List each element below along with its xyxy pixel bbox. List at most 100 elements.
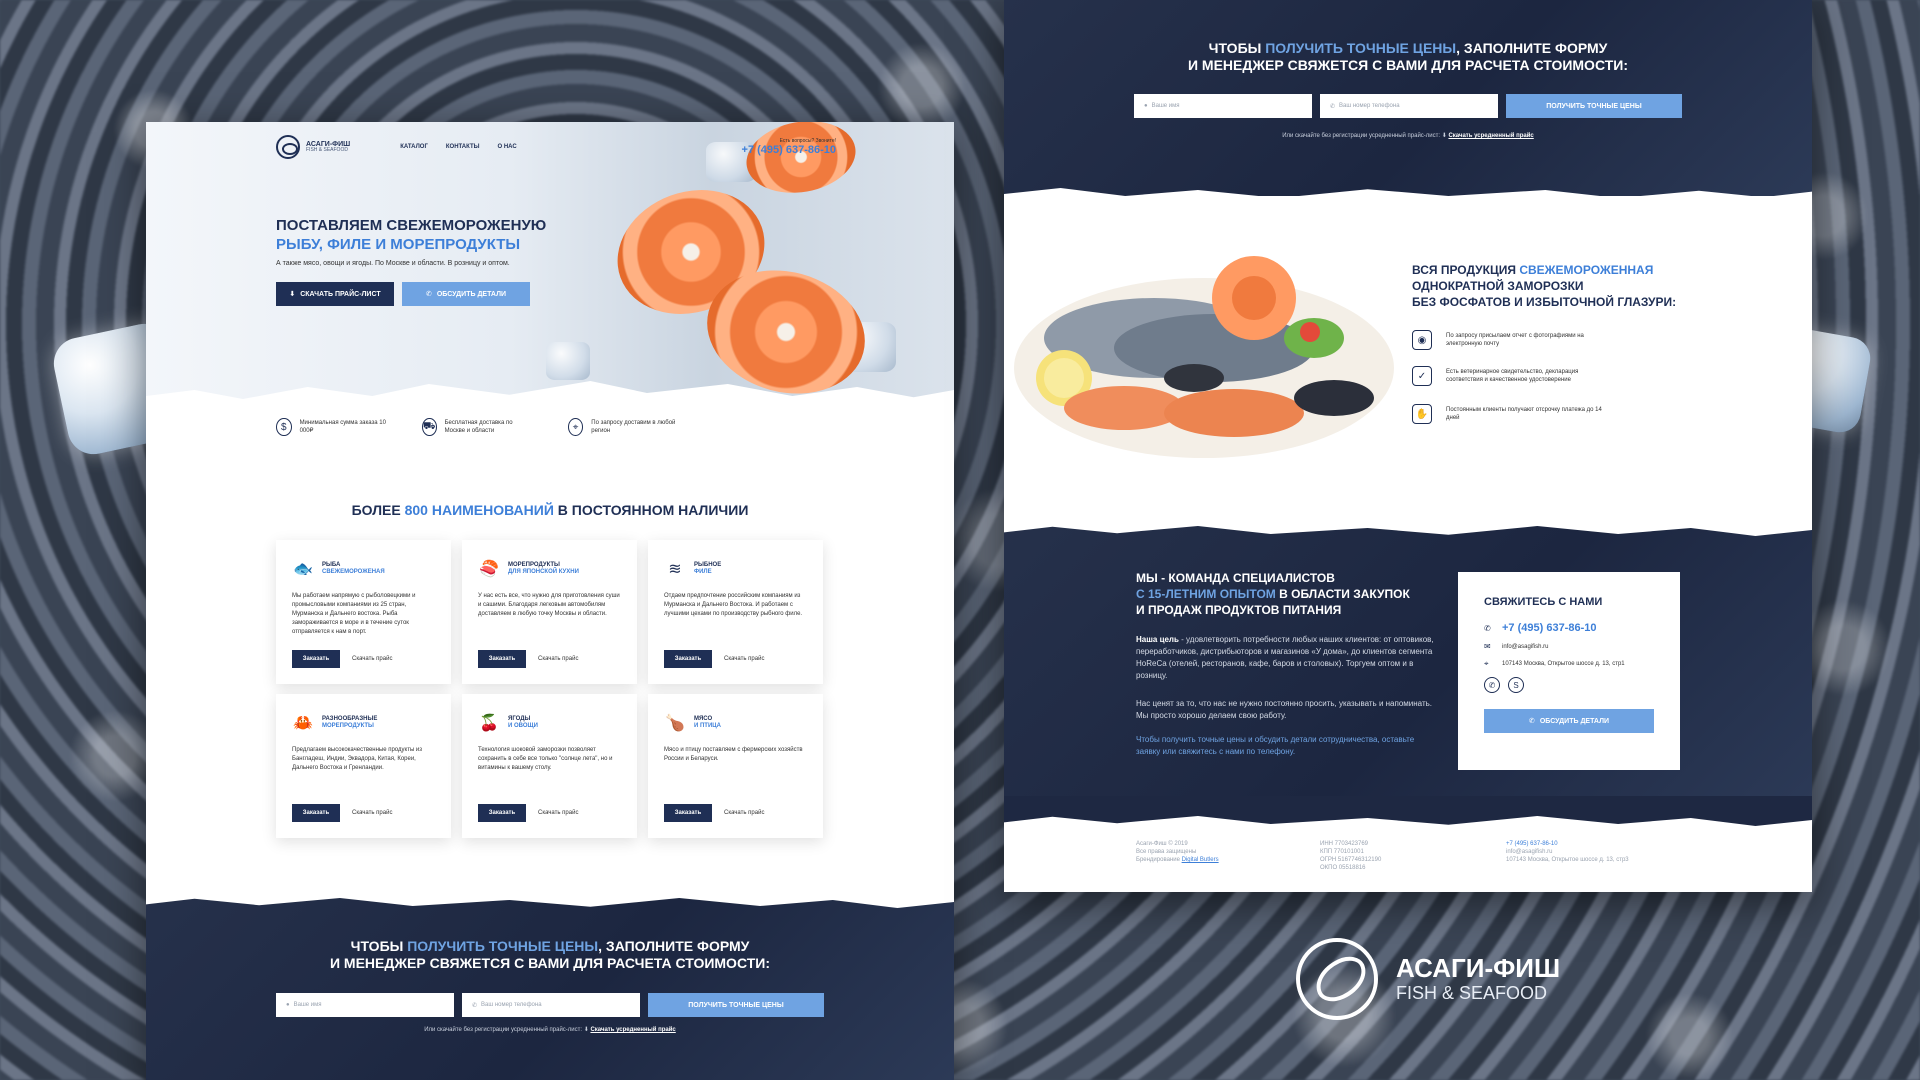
name-placeholder: Ваше имя bbox=[1151, 103, 1180, 109]
feature-text: Бесплатная доставка по Москве и области bbox=[444, 420, 513, 434]
quality-item-text: Есть ветеринарное свидетельство, деклара… bbox=[1446, 369, 1579, 383]
quality-item-text: Постоянным клиенты получают отсрочку пла… bbox=[1446, 407, 1602, 421]
logo-text[interactable]: АСАГИ-ФИШ FISH & SEAFOOD bbox=[306, 141, 350, 153]
phone-placeholder: Ваш номер телефона bbox=[481, 1002, 542, 1008]
feature-text: По запросу доставим в любой регион bbox=[591, 420, 676, 434]
nav-contacts[interactable]: КОНТАКТЫ bbox=[446, 144, 480, 150]
ice-chunk bbox=[546, 342, 590, 380]
order-button[interactable]: Заказать bbox=[292, 650, 340, 668]
location-pin-icon: ⌖ bbox=[1484, 659, 1489, 668]
phone-icon: ✆ bbox=[1528, 718, 1535, 725]
download-price-link[interactable]: Скачать прайс bbox=[352, 810, 392, 816]
name-input[interactable]: ● Ваше имя bbox=[1134, 94, 1312, 118]
download-price-link[interactable]: Скачать прайс bbox=[538, 656, 578, 662]
footer-email[interactable]: info@asagifish.ru bbox=[1506, 848, 1629, 856]
download-icon: ⬇ bbox=[1441, 133, 1447, 139]
order-button[interactable]: Заказать bbox=[664, 650, 712, 668]
phone-placeholder: Ваш номер телефона bbox=[1339, 103, 1400, 109]
footer-phone-link[interactable]: +7 (495) 637-86-10 bbox=[1506, 841, 1558, 847]
contact-address: 107143 Москва, Открытое шоссе д. 13, стр… bbox=[1502, 661, 1625, 667]
features-row: $ Минимальная сумма заказа 10 000₽ ⛟ Бес… bbox=[276, 418, 678, 436]
download-icon: ⬇ bbox=[583, 1027, 589, 1033]
download-price-link[interactable]: Скачать прайс bbox=[352, 656, 392, 662]
contact-card: СВЯЖИТЕСЬ С НАМИ ✆ +7 (495) 637-86-10 ✉ in… bbox=[1458, 572, 1680, 770]
catalog-card: 🐟 РЫБА СВЕЖЕМОРОЖЕНАЯ Мы работаем напряму… bbox=[276, 540, 451, 684]
form-note-text: Или скачайте без регистрации усредненный… bbox=[424, 1027, 583, 1033]
hero-title-line2: РЫБУ, ФИЛЕ И МОРЕПРОДУКТЫ bbox=[276, 236, 521, 253]
download-price-link[interactable]: Скачать прайс bbox=[724, 810, 764, 816]
order-button[interactable]: Заказать bbox=[478, 804, 526, 822]
card-title: РАЗНООБРАЗНЫЕ bbox=[322, 716, 378, 722]
form-note-text: Или скачайте без регистрации усредненный… bbox=[1282, 133, 1441, 139]
quality-title-pre: ВСЯ ПРОДУКЦИЯ bbox=[1412, 263, 1520, 277]
footer-text: Асаги-Фиш © 2019 bbox=[1136, 841, 1188, 847]
phone-icon: ✆ bbox=[1330, 103, 1336, 110]
nav-about[interactable]: О НАС bbox=[498, 144, 517, 150]
lead-form-section: ЧТОБЫ ПОЛУЧИТЬ ТОЧНЫЕ ЦЕНЫ, ЗАПОЛНИТЕ ФО… bbox=[146, 878, 954, 1080]
brand-tagline: FISH & SEAFOOD bbox=[1396, 983, 1548, 1003]
header-phone-link[interactable]: +7 (495) 637-86-10 bbox=[742, 144, 836, 156]
team-title-line3: И ПРОДАЖ ПРОДУКТОВ ПИТАНИЯ bbox=[1136, 603, 1342, 617]
team-title: МЫ - КОМАНДА СПЕЦИАЛИСТОВ С 15-ЛЕТНИМ ОП… bbox=[1136, 570, 1410, 618]
form-title-pre: ЧТОБЫ bbox=[1208, 40, 1266, 56]
user-icon: ● bbox=[1144, 103, 1148, 109]
discuss-details-button[interactable]: ✆ ОБСУДИТЬ ДЕТАЛИ bbox=[1484, 709, 1654, 733]
logo-fish-icon[interactable] bbox=[276, 135, 300, 159]
contact-email-link[interactable]: info@asagifish.ru bbox=[1502, 644, 1548, 650]
quality-item: ✓ Есть ветеринарное свидетельство, декла… bbox=[1412, 366, 1606, 386]
contact-phone-link[interactable]: +7 (495) 637-86-10 bbox=[1502, 622, 1596, 634]
card-description: Мясо и птицу поставляем с фермерских хоз… bbox=[664, 747, 803, 762]
catalog-title-pre: БОЛЕЕ bbox=[351, 502, 405, 518]
brand-logo-large: АСАГИ-ФИШ FISH & SEAFOOD bbox=[1296, 938, 1560, 1020]
quality-item: ✋ Постоянным клиенты получают отсрочку п… bbox=[1412, 404, 1606, 424]
download-price-link[interactable]: Скачать прайс bbox=[538, 810, 578, 816]
fish-logo-icon bbox=[1296, 938, 1378, 1020]
whatsapp-icon[interactable]: ✆ bbox=[1484, 677, 1500, 693]
developer-link[interactable]: Digital Butlers bbox=[1182, 857, 1219, 863]
money-bag-icon: $ bbox=[276, 418, 292, 436]
form-title-accent: ПОЛУЧИТЬ ТОЧНЫЕ ЦЕНЫ bbox=[407, 938, 599, 954]
nav-catalog[interactable]: КАТАЛОГ bbox=[400, 144, 428, 150]
discuss-details-button[interactable]: ✆ ОБСУДИТЬ ДЕТАЛИ bbox=[402, 282, 530, 306]
download-average-price-link[interactable]: Скачать усредненный прайс bbox=[590, 1027, 675, 1033]
form-note: Или скачайте без регистрации усредненный… bbox=[146, 1026, 954, 1033]
get-prices-button[interactable]: ПОЛУЧИТЬ ТОЧНЫЕ ЦЕНЫ bbox=[1506, 94, 1682, 118]
camera-icon: ◉ bbox=[1412, 330, 1432, 350]
card-description: У нас есть все, что нужно для приготовле… bbox=[478, 593, 620, 617]
download-price-link[interactable]: Скачать прайс bbox=[724, 656, 764, 662]
feature-item: ⛟ Бесплатная доставка по Москве и област… bbox=[422, 418, 532, 436]
get-prices-button[interactable]: ПОЛУЧИТЬ ТОЧНЫЕ ЦЕНЫ bbox=[648, 993, 824, 1017]
footer-copyright: Асаги-Фиш © 2019 Все права защищены Брен… bbox=[1136, 840, 1219, 864]
goal-label: Наша цель bbox=[1136, 635, 1179, 644]
card-description: Мы работаем напрямую с рыболовецкими и п… bbox=[292, 593, 416, 635]
footer-text: КПП 770101001 bbox=[1320, 849, 1364, 855]
download-average-price-link[interactable]: Скачать усредненный прайс bbox=[1448, 133, 1533, 139]
catalog-cards: 🐟 РЫБА СВЕЖЕМОРОЖЕНАЯ Мы работаем напряму… bbox=[276, 540, 824, 838]
team-cta-text: Чтобы получить точные цены и обсудить де… bbox=[1136, 735, 1415, 756]
skype-icon[interactable]: S bbox=[1508, 677, 1524, 693]
download-price-label: СКАЧАТЬ ПРАЙС-ЛИСТ bbox=[300, 290, 381, 298]
catalog-title-post: В ПОСТОЯННОМ НАЛИЧИИ bbox=[553, 502, 749, 518]
order-button[interactable]: Заказать bbox=[478, 650, 526, 668]
landing-page-main: АСАГИ-ФИШ FISH & SEAFOOD КАТАЛОГ КОНТАКТ… bbox=[146, 122, 954, 1080]
name-placeholder: Ваше имя bbox=[293, 1002, 322, 1008]
footer-text: Брендирование bbox=[1136, 857, 1180, 863]
download-price-button[interactable]: ⬇ СКАЧАТЬ ПРАЙС-ЛИСТ bbox=[276, 282, 394, 306]
location-pin-icon: ⌖ bbox=[568, 418, 584, 436]
name-input[interactable]: ● Ваше имя bbox=[276, 993, 454, 1017]
order-button[interactable]: Заказать bbox=[292, 804, 340, 822]
mail-icon: ✉ bbox=[1484, 642, 1491, 651]
form-title-accent: ПОЛУЧИТЬ ТОЧНЫЕ ЦЕНЫ bbox=[1265, 40, 1457, 56]
user-icon: ● bbox=[286, 1002, 290, 1008]
phone-input[interactable]: ✆ Ваш номер телефона bbox=[462, 993, 640, 1017]
quality-item-text: По запросу присылаем отчет с фотографиям… bbox=[1446, 333, 1584, 347]
card-title: РЫБА bbox=[322, 562, 341, 568]
hero-subtitle: А также мясо, овощи и ягоды. По Москве и… bbox=[276, 260, 510, 267]
quality-title-line3: БЕЗ ФОСФАТОВ И ИЗБЫТОЧНОЙ ГЛАЗУРИ: bbox=[1412, 295, 1677, 309]
phone-input[interactable]: ✆ Ваш номер телефона bbox=[1320, 94, 1498, 118]
torn-edge bbox=[146, 878, 954, 908]
seafood-platter-image bbox=[1014, 256, 1394, 458]
catalog-card: 🦀 РАЗНООБРАЗНЫЕ МОРЕПРОДУКТЫ Предлагаем в… bbox=[276, 694, 451, 838]
order-button[interactable]: Заказать bbox=[664, 804, 712, 822]
footer-text: ОКПО 05518816 bbox=[1320, 865, 1366, 871]
